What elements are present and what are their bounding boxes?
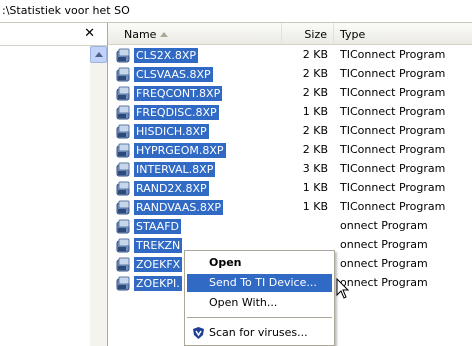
sort-ascending-icon	[160, 32, 168, 37]
file-size: 1 KB	[302, 181, 328, 194]
folders-pane-header: ✕	[0, 23, 107, 46]
column-header-size[interactable]: Size	[282, 23, 334, 45]
column-header-size-label: Size	[304, 28, 327, 41]
file-type: TIConnect Program	[340, 86, 446, 99]
menu-item-scan-for-viruses[interactable]: Scan for viruses...	[187, 324, 332, 342]
file-type: onnect Program	[340, 238, 428, 251]
ti-program-file-icon	[116, 105, 132, 120]
file-size: 3 KB	[302, 162, 328, 175]
address-bar[interactable]: :\Statistiek voor het SO	[0, 0, 472, 23]
mouse-cursor-icon	[336, 278, 350, 299]
file-name: CLSVAAS.8XP	[134, 67, 213, 82]
file-size: 2 KB	[302, 86, 328, 99]
ti-program-file-icon	[116, 257, 132, 272]
file-type: TIConnect Program	[340, 143, 446, 156]
file-row[interactable]: HISDICH.8XP 2 KB TIConnect Program	[108, 122, 472, 141]
file-type: TIConnect Program	[340, 181, 446, 194]
file-name: RAND2X.8XP	[134, 181, 209, 196]
menu-item-open-label: Open	[209, 256, 242, 269]
vertical-scrollbar[interactable]	[90, 46, 107, 346]
ti-program-file-icon	[116, 219, 132, 234]
file-row[interactable]: RANDVAAS.8XP 1 KB TIConnect Program	[108, 198, 472, 217]
column-header-type[interactable]: Type	[334, 23, 472, 45]
ti-program-file-icon	[116, 67, 132, 82]
address-path: :\Statistiek voor het SO	[2, 4, 130, 17]
file-name: CLS2X.8XP	[134, 48, 198, 63]
ti-program-file-icon	[116, 162, 132, 177]
file-size: 2 KB	[302, 124, 328, 137]
column-header-name-label: Name	[124, 28, 157, 41]
file-type: TIConnect Program	[340, 105, 446, 118]
file-name: HYPRGEOM.8XP	[134, 143, 226, 158]
file-type: TIConnect Program	[340, 200, 446, 213]
ti-program-file-icon	[116, 238, 132, 253]
file-row[interactable]: STAAFD onnect Program	[108, 217, 472, 236]
file-type: onnect Program	[340, 257, 428, 270]
ti-program-file-icon	[116, 276, 132, 291]
ti-program-file-icon	[116, 143, 132, 158]
file-row[interactable]: HYPRGEOM.8XP 2 KB TIConnect Program	[108, 141, 472, 160]
file-name: ZOEKPI.	[134, 276, 182, 291]
shield-icon	[193, 327, 204, 339]
context-menu: Open Send To TI Device... Open With... S…	[184, 250, 335, 346]
file-name: INTERVAL.8XP	[134, 162, 216, 177]
file-type: TIConnect Program	[340, 67, 446, 80]
file-name: TREKZN	[134, 238, 183, 253]
file-type: onnect Program	[340, 219, 428, 232]
file-row[interactable]: FREQCONT.8XP 2 KB TIConnect Program	[108, 84, 472, 103]
ti-program-file-icon	[116, 200, 132, 215]
column-header-name[interactable]: Name	[108, 23, 282, 45]
column-header-type-label: Type	[340, 28, 366, 41]
menu-item-send-label: Send To TI Device...	[209, 276, 317, 289]
file-size: 2 KB	[302, 67, 328, 80]
ti-program-file-icon	[116, 124, 132, 139]
file-type: onnect Program	[340, 276, 428, 289]
menu-item-send-to-ti-device[interactable]: Send To TI Device...	[187, 274, 332, 292]
file-row[interactable]: CLS2X.8XP 2 KB TIConnect Program	[108, 46, 472, 65]
file-row[interactable]: INTERVAL.8XP 3 KB TIConnect Program	[108, 160, 472, 179]
ti-program-file-icon	[116, 86, 132, 101]
menu-item-scan-label: Scan for viruses...	[209, 326, 308, 339]
file-size: 1 KB	[302, 200, 328, 213]
file-name: ZOEKFX	[134, 257, 183, 272]
file-size: 2 KB	[302, 48, 328, 61]
menu-item-open-with-label: Open With...	[209, 296, 278, 309]
file-row[interactable]: FREQDISC.8XP 1 KB TIConnect Program	[108, 103, 472, 122]
file-size: 2 KB	[302, 143, 328, 156]
file-name: RANDVAAS.8XP	[134, 200, 224, 215]
close-pane-button[interactable]: ✕	[84, 26, 95, 41]
ti-program-file-icon	[116, 181, 132, 196]
menu-item-open[interactable]: Open	[187, 254, 332, 272]
menu-item-open-with[interactable]: Open With...	[187, 294, 332, 312]
file-name: FREQDISC.8XP	[134, 105, 219, 120]
file-row[interactable]: CLSVAAS.8XP 2 KB TIConnect Program	[108, 65, 472, 84]
file-name: FREQCONT.8XP	[134, 86, 223, 101]
file-size: 1 KB	[302, 105, 328, 118]
ti-program-file-icon	[116, 48, 132, 63]
scroll-up-button[interactable]	[90, 46, 107, 63]
file-type: TIConnect Program	[340, 124, 446, 137]
file-name: HISDICH.8XP	[134, 124, 209, 139]
file-type: TIConnect Program	[340, 48, 446, 61]
file-row[interactable]: RAND2X.8XP 1 KB TIConnect Program	[108, 179, 472, 198]
folders-pane: ✕	[0, 23, 108, 346]
file-name: STAAFD	[134, 219, 182, 234]
file-type: TIConnect Program	[340, 162, 446, 175]
menu-separator	[187, 317, 332, 318]
